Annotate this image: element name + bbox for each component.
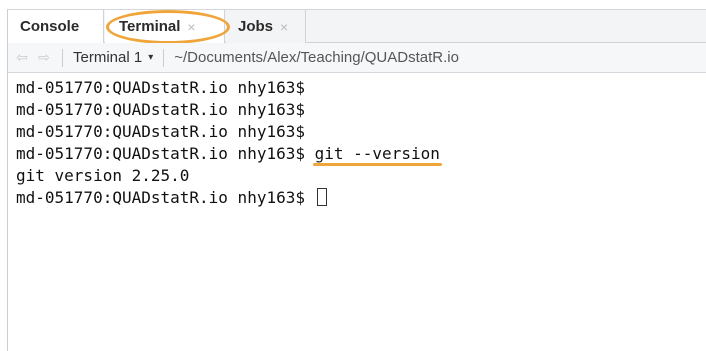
typed-command: git --version: [312, 143, 442, 166]
toolbar-divider: [163, 48, 165, 67]
close-icon[interactable]: ×: [187, 19, 195, 35]
command-output: git version 2.25.0: [16, 166, 190, 185]
text-cursor: [316, 188, 327, 206]
forward-arrow-icon[interactable]: ⇨: [36, 49, 52, 66]
tab-terminal-label: Terminal: [119, 18, 181, 35]
chevron-down-icon: ▾: [148, 52, 154, 63]
terminal-selector-dropdown[interactable]: Terminal 1 ▾: [73, 49, 153, 66]
terminal-line: md-051770:QUADstatR.io nhy163$: [16, 121, 706, 143]
close-icon[interactable]: ×: [280, 19, 288, 35]
shell-prompt: md-051770:QUADstatR.io nhy163$: [16, 100, 305, 119]
working-directory-path: ~/Documents/Alex/Teaching/QUADstatR.io: [174, 49, 459, 66]
typed-command-text: git --version: [314, 144, 440, 163]
terminal-toolbar: ⇦ ⇨ Terminal 1 ▾ ~/Documents/Alex/Teachi…: [8, 43, 706, 73]
shell-prompt: md-051770:QUADstatR.io nhy163$: [16, 78, 305, 97]
tab-jobs-label: Jobs: [238, 18, 274, 35]
tab-console[interactable]: Console: [8, 10, 104, 43]
terminal-line: git version 2.25.0: [16, 165, 706, 187]
tab-console-label: Console: [20, 18, 80, 35]
shell-prompt: md-051770:QUADstatR.io nhy163$: [16, 122, 305, 141]
tab-jobs[interactable]: Jobs ×: [226, 10, 306, 43]
terminal-line: md-051770:QUADstatR.io nhy163$: [16, 99, 706, 121]
shell-prompt: md-051770:QUADstatR.io nhy163$: [16, 144, 305, 163]
back-arrow-icon[interactable]: ⇦: [14, 49, 30, 66]
shell-prompt: md-051770:QUADstatR.io nhy163$: [16, 188, 305, 207]
pane-tab-bar: Console Terminal × Jobs ×: [8, 9, 706, 44]
tab-terminal[interactable]: Terminal ×: [105, 10, 225, 43]
terminal-output[interactable]: md-051770:QUADstatR.io nhy163$ md-051770…: [16, 77, 706, 209]
toolbar-divider: [62, 48, 63, 67]
terminal-pane: Console Terminal × Jobs × ⇦ ⇨ Terminal 1…: [7, 9, 706, 351]
terminal-line: md-051770:QUADstatR.io nhy163$: [16, 187, 706, 209]
terminal-selector-label: Terminal 1: [73, 49, 143, 66]
terminal-line: md-051770:QUADstatR.io nhy163$ git --ver…: [16, 143, 706, 166]
terminal-line: md-051770:QUADstatR.io nhy163$: [16, 77, 706, 99]
